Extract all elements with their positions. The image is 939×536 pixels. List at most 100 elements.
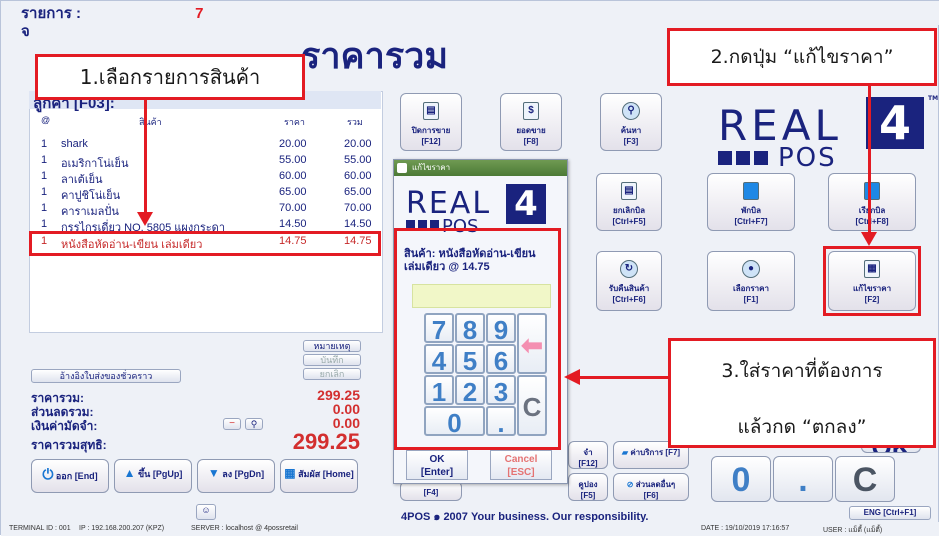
total-title: ราคารวม: [301, 36, 449, 77]
qty-label: จ: [21, 23, 30, 40]
status-bar: TERMINAL ID : 001 IP : 192.168.200.207 (…: [1, 522, 939, 536]
coupon-key: [F5]: [580, 491, 596, 500]
big-key-zero[interactable]: 0: [711, 456, 771, 502]
language-button[interactable]: ENG [Ctrl+F1]: [849, 506, 931, 520]
item-qty: 1: [41, 218, 48, 230]
document-cancel-icon: ▤: [621, 182, 637, 200]
arrow-step2-line: [868, 86, 871, 238]
other-discount-label: ส่วนลดอื่นๆ: [635, 480, 676, 489]
keypad-highlight: [394, 228, 561, 450]
magnifier-icon: ⚲: [622, 102, 640, 120]
dollar-icon: $: [523, 102, 539, 120]
select-price-label: เลือกราคา: [733, 284, 769, 293]
status-datetime: DATE : 19/10/2019 17:16:57: [701, 525, 790, 532]
item-price: 70.00: [279, 202, 307, 214]
other-discount-button[interactable]: ⊘ ส่วนลดอื่นๆ [F6]: [613, 473, 689, 501]
dialog-cancel-button[interactable]: Cancel [ESC]: [490, 450, 552, 480]
close-sale-label: ปิดการขาย: [411, 126, 451, 135]
dialog-title: แก้ไขราคา: [412, 163, 451, 172]
save-button[interactable]: บันทึก: [303, 354, 361, 366]
big-key-dot[interactable]: .: [773, 456, 833, 502]
sales-total-button[interactable]: $ ยอดขาย [F8]: [500, 93, 562, 151]
item-price: 20.00: [279, 138, 307, 150]
folder-open-icon: [864, 182, 880, 200]
fee-key: [F7]: [665, 448, 681, 457]
close-sale-button[interactable]: ▤ ปิดการขาย [F12]: [400, 93, 462, 151]
select-price-button[interactable]: ● เลือกราคา [F1]: [707, 251, 795, 311]
table-row[interactable]: 1 shark 20.00 20.00: [29, 138, 381, 153]
deposit-label: เงินค่ามัดจำ:: [31, 419, 98, 433]
touch-button[interactable]: ▦ สัมผัส [Home]: [280, 459, 358, 493]
arrow-step1-head: [137, 212, 153, 226]
big-key-clear[interactable]: C: [835, 456, 895, 502]
minus-icon[interactable]: −: [223, 418, 241, 430]
exit-key: [End]: [74, 471, 98, 481]
other-discount-key: [F6]: [643, 491, 659, 500]
arrow-up-icon: ▲: [123, 466, 136, 480]
net-value: 299.25: [292, 429, 360, 454]
col-name: สินค้า: [139, 117, 162, 127]
ref-delivery-button[interactable]: อ้างอิงใบส่งของชั่วคราว: [31, 369, 181, 383]
item-qty: 1: [41, 154, 48, 166]
cancel-bill-button[interactable]: ▤ ยกเลิกบิล [Ctrl+F5]: [596, 173, 662, 231]
close-sale-key: [F12]: [421, 137, 441, 146]
realpos-logo: REAL 4 POS TM: [718, 95, 938, 173]
item-price: 60.00: [279, 170, 307, 182]
return-goods-key: [Ctrl+F6]: [612, 295, 646, 304]
selected-row-highlight: [29, 231, 381, 256]
page-down-key: [PgDn]: [234, 469, 265, 479]
page-down-button[interactable]: ▼ ลง [PgDn]: [197, 459, 275, 493]
table-row[interactable]: 1 อเมริกาโน่เย็น 55.00 55.00: [29, 154, 381, 170]
col-price: ราคา: [284, 117, 305, 127]
cancel-bill-key: [Ctrl+F5]: [612, 217, 646, 226]
list-label: รายการ :: [21, 5, 81, 22]
sales-total-label: ยอดขาย: [516, 126, 546, 135]
table-row[interactable]: 1 ลาเต้เย็น 60.00 60.00: [29, 170, 381, 186]
list-count-header: รายการ : 7 จ: [21, 5, 204, 41]
ok-label: OK: [429, 454, 445, 465]
receipt-icon: ▤: [423, 102, 439, 120]
note-button[interactable]: หมายเหตุ: [303, 340, 361, 352]
col-total: รวม: [347, 117, 363, 127]
exit-button[interactable]: ⏻ ออก [End]: [31, 459, 109, 493]
table-row[interactable]: 1 คาราเมลปั่น 70.00 70.00: [29, 202, 381, 218]
status-ip: IP : 192.168.200.207 (KPZ): [79, 525, 165, 532]
page-up-button[interactable]: ▲ ขึ้น [PgUp]: [114, 459, 192, 493]
cancel-key: [ESC]: [507, 467, 535, 478]
item-price: 14.50: [279, 218, 307, 230]
item-total: 20.00: [344, 138, 372, 150]
sales-total-key: [F8]: [523, 137, 539, 146]
f12-button[interactable]: จำ [F12]: [568, 441, 608, 469]
logo-tm: TM: [928, 95, 939, 102]
exit-label: ออก: [55, 471, 73, 481]
dialog-titlebar: แก้ไขราคา: [394, 160, 567, 176]
power-icon: ⏻: [42, 466, 54, 482]
cancel-button[interactable]: ยกเลิก: [303, 368, 361, 380]
search-icon[interactable]: ⚲: [245, 418, 263, 430]
hold-bill-button[interactable]: พักบิล [Ctrl+F7]: [707, 173, 795, 231]
recall-bill-button[interactable]: เรียกบิล [Ctrl+F8]: [828, 173, 916, 231]
status-user: USER : แม็ตี้ (แม็ตี้): [823, 527, 883, 534]
callout-step1: 1.เลือกรายการสินค้า: [35, 54, 305, 100]
table-row[interactable]: 1 คาปูชิโน่เย็น 65.00 65.00: [29, 186, 381, 202]
ok-button[interactable]: OK [Enter]: [406, 450, 468, 480]
list-count: 7: [195, 5, 204, 22]
status-terminal: TERMINAL ID : 001: [9, 525, 71, 532]
user-icon[interactable]: ☺: [196, 504, 216, 520]
callout-step2: 2.กดปุ่ม “แก้ไขราคา”: [667, 28, 937, 86]
f12-key: [F12]: [578, 459, 598, 468]
fee-icon: ▰: [621, 448, 629, 457]
recall-bill-key: [Ctrl+F8]: [855, 217, 889, 226]
f4-button[interactable]: [F4]: [400, 481, 462, 501]
return-goods-label: รับคืนสินค้า: [608, 284, 650, 293]
recall-bill-label: เรียกบิล: [858, 206, 886, 215]
dialog-app-icon: [397, 163, 407, 173]
dialog-logo-four: 4: [506, 184, 546, 224]
return-goods-button[interactable]: ↻ รับคืนสินค้า [Ctrl+F6]: [596, 251, 662, 311]
coupon-button[interactable]: คูปอง [F5]: [568, 473, 608, 501]
search-button[interactable]: ⚲ ค้นหา [F3]: [600, 93, 662, 151]
page-down-label: ลง: [222, 469, 233, 479]
cancel-bill-label: ยกเลิกบิล: [613, 206, 645, 215]
touch-label: สัมผัส: [298, 469, 321, 479]
touch-key: [Home]: [322, 469, 354, 479]
